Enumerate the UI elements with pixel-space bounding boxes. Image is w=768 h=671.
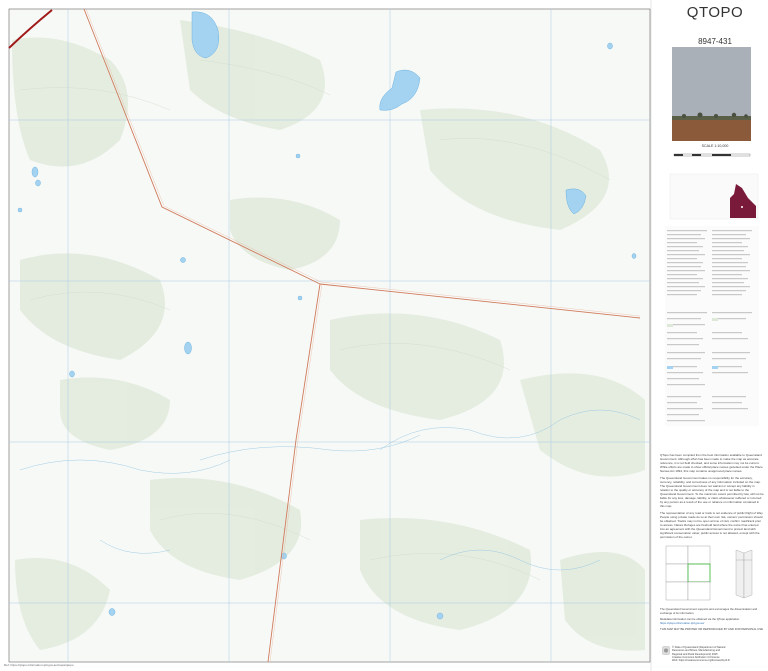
scale-text: SCALE 1:10,000 — [701, 144, 729, 148]
location-map — [669, 173, 759, 220]
disclaimer-paragraph-1: QTopo has been compiled from the best in… — [660, 453, 763, 473]
legend — [665, 226, 759, 426]
scale-bar — [673, 153, 751, 157]
metadata-link[interactable]: https://qtopo.information.qld.gov.au/ — [660, 621, 704, 625]
sheet-number: 8947-431 — [698, 37, 732, 46]
map-title: QTOPO — [686, 4, 744, 21]
fold-diagram — [735, 549, 753, 599]
disclaimer: QTopo has been compiled from the best in… — [660, 453, 764, 542]
copyright: © State of Queensland (Department of Nat… — [672, 646, 762, 662]
cover-photo — [672, 47, 751, 141]
disclaimer-paragraph-3: The representation of any road or track … — [660, 511, 764, 539]
bottom-credit: Ref: https://qtopo.information.qld.gov.a… — [4, 663, 74, 667]
disclaimer-paragraph-2: The Queensland Government takes no respo… — [660, 476, 764, 508]
sheet-index — [665, 545, 711, 601]
support-note: The Queensland Government supports and e… — [660, 607, 758, 615]
copyright-line-5: Web: https://creativecommons.org/license… — [672, 659, 730, 663]
queensland-crest-icon — [662, 646, 670, 655]
metadata-note: Metadata information can be obtained via… — [660, 617, 764, 625]
topographic-map[interactable] — [0, 0, 768, 671]
not-for-sale-note: THIS MAP MAY BE PRINTED OR REPRODUCED BY… — [660, 627, 764, 632]
footer-notes: The Queensland Government supports and e… — [660, 607, 764, 635]
